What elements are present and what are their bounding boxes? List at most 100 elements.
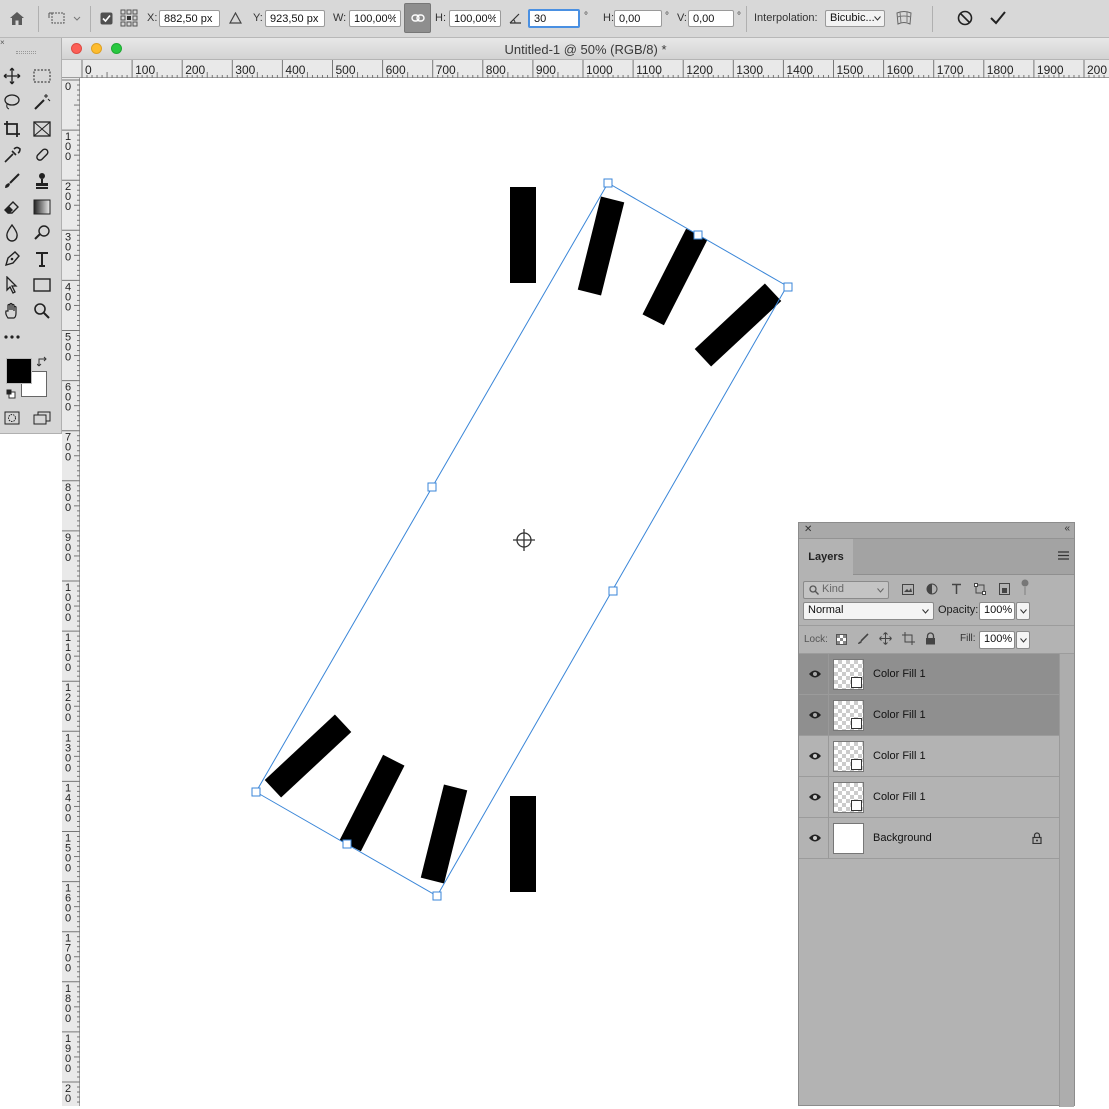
pen-tool-icon[interactable]	[0, 248, 24, 270]
pixel-layer-filter-icon[interactable]	[902, 584, 914, 598]
width-field[interactable]	[349, 10, 401, 27]
height-field[interactable]	[449, 10, 501, 27]
transform-handle-left[interactable]	[251, 787, 261, 797]
layer-row[interactable]: Color Fill 1	[799, 654, 1059, 695]
reference-point-icon[interactable]	[513, 529, 535, 551]
foreground-color-swatch[interactable]	[6, 358, 32, 384]
opacity-field[interactable]: 100%	[979, 602, 1015, 620]
upright-bar-top[interactable]	[510, 187, 536, 283]
eye-icon[interactable]	[808, 791, 822, 803]
healing-brush-tool-icon[interactable]	[30, 144, 54, 166]
reference-point-checkbox[interactable]	[100, 0, 114, 36]
quick-mask-icon[interactable]	[0, 407, 24, 429]
lock-artboard-icon[interactable]	[902, 632, 915, 648]
type-layer-filter-icon[interactable]	[951, 583, 962, 598]
marquee-tool-icon[interactable]	[30, 65, 54, 87]
eye-icon[interactable]	[808, 668, 822, 680]
lock-image-pixels-icon[interactable]	[857, 633, 869, 648]
rectangle-tool-icon[interactable]	[30, 274, 54, 296]
vertical-ruler[interactable]: 0 100 200 300 400 500 600 700 800 900 1000 1100 1200…	[62, 78, 80, 1106]
collapse-icon[interactable]: ×	[0, 38, 8, 47]
more-tools-icon[interactable]	[0, 326, 24, 348]
adjustment-layer-filter-icon[interactable]	[926, 583, 938, 598]
move-tool-icon[interactable]	[0, 65, 24, 87]
transform-handle-right-mid[interactable]	[608, 586, 618, 596]
layer-row[interactable]: Color Fill 1	[799, 695, 1059, 736]
rotated-bar-bottom-3[interactable]	[420, 784, 468, 884]
transform-handle-top[interactable]	[603, 178, 613, 188]
dodge-tool-icon[interactable]	[30, 222, 54, 244]
screen-mode-icon[interactable]	[30, 407, 54, 429]
transform-handle-bottom-left-mid[interactable]	[342, 839, 352, 849]
y-position-field[interactable]	[265, 10, 325, 27]
fill-field[interactable]: 100%	[979, 631, 1015, 649]
eye-icon[interactable]	[808, 750, 822, 762]
frame-tool-icon[interactable]	[30, 118, 54, 140]
skew-vertical-field[interactable]	[688, 10, 734, 27]
tab-layers[interactable]: Layers	[799, 539, 853, 575]
degree-unit: °	[584, 11, 588, 22]
eye-icon[interactable]	[808, 832, 822, 844]
blend-mode-select[interactable]: Normal	[803, 602, 934, 620]
eraser-tool-icon[interactable]	[0, 196, 24, 218]
eye-icon[interactable]	[808, 709, 822, 721]
lock-transparent-pixels-icon[interactable]	[836, 634, 847, 648]
home-icon[interactable]	[8, 0, 28, 36]
lock-all-icon[interactable]	[925, 632, 936, 648]
link-icon[interactable]	[404, 3, 431, 33]
reference-point-grid-icon[interactable]	[120, 0, 140, 36]
crop-tool-icon[interactable]	[0, 118, 24, 140]
toolbox-grip[interactable]	[16, 51, 36, 54]
gradient-tool-icon[interactable]	[30, 196, 54, 218]
layer-row[interactable]: Color Fill 1	[799, 777, 1059, 818]
type-tool-icon[interactable]	[30, 248, 54, 270]
transform-handle-left-mid[interactable]	[427, 482, 437, 492]
eyedropper-tool-icon[interactable]	[0, 144, 24, 166]
shape-layer-filter-icon[interactable]	[974, 583, 986, 598]
magic-wand-tool-icon[interactable]	[30, 91, 54, 113]
blur-tool-icon[interactable]	[0, 222, 24, 244]
rotated-bar-bottom-2[interactable]	[339, 754, 405, 852]
upright-bar-bottom[interactable]	[510, 796, 536, 892]
close-panel-icon[interactable]: ✕	[804, 524, 812, 535]
opacity-slider-toggle[interactable]	[1016, 602, 1030, 620]
filter-toggle-icon[interactable]	[1020, 578, 1030, 599]
x-position-field[interactable]	[159, 10, 220, 27]
brush-tool-icon[interactable]	[0, 170, 24, 192]
collapse-panel-icon[interactable]: «	[1064, 523, 1070, 534]
fill-slider-toggle[interactable]	[1016, 631, 1030, 649]
transform-handle-bottom[interactable]	[432, 891, 442, 901]
default-colors-icon[interactable]	[6, 389, 16, 399]
interpolation-select[interactable]: Bicubic...	[825, 10, 885, 27]
warp-mode-icon[interactable]	[895, 0, 915, 36]
opacity-label: Opacity:	[938, 604, 979, 616]
swap-colors-icon[interactable]	[36, 356, 49, 368]
rotated-bar-top-3[interactable]	[694, 283, 782, 367]
smart-object-filter-icon[interactable]	[999, 583, 1010, 598]
clone-stamp-tool-icon[interactable]	[30, 170, 54, 192]
horizontal-ruler[interactable]: 0 100 200 300 400 500 600 700 800 900 1000 1100 1200…	[62, 60, 1109, 78]
zoom-tool-icon[interactable]	[30, 300, 54, 322]
layer-thumbnail	[833, 823, 864, 854]
rotated-bar-bottom-1[interactable]	[264, 714, 352, 798]
path-selection-tool-icon[interactable]	[0, 274, 24, 296]
panel-menu-icon[interactable]	[1058, 551, 1070, 561]
filter-kind-select[interactable]: Kind	[803, 581, 889, 599]
rotated-bar-top-1[interactable]	[577, 196, 625, 296]
layer-row[interactable]: Background	[799, 818, 1059, 859]
layer-row[interactable]: Color Fill 1	[799, 736, 1059, 777]
commit-transform-icon[interactable]	[989, 0, 1009, 36]
layer-list-scrollbar[interactable]	[1059, 654, 1074, 1107]
lock-icon[interactable]	[1032, 832, 1042, 847]
lock-position-icon[interactable]	[879, 632, 892, 648]
transform-handle-top-right-mid[interactable]	[693, 230, 703, 240]
transform-handle-right[interactable]	[783, 282, 793, 292]
cancel-transform-icon[interactable]	[957, 0, 977, 36]
lasso-tool-icon[interactable]	[0, 91, 24, 113]
hand-tool-icon[interactable]	[0, 300, 24, 322]
skew-horizontal-field[interactable]	[614, 10, 662, 27]
tool-preset-picker[interactable]	[48, 0, 82, 36]
rotated-bar-top-2[interactable]	[642, 228, 708, 326]
relative-position-icon[interactable]	[229, 0, 243, 36]
rotation-angle-field[interactable]	[528, 9, 580, 28]
